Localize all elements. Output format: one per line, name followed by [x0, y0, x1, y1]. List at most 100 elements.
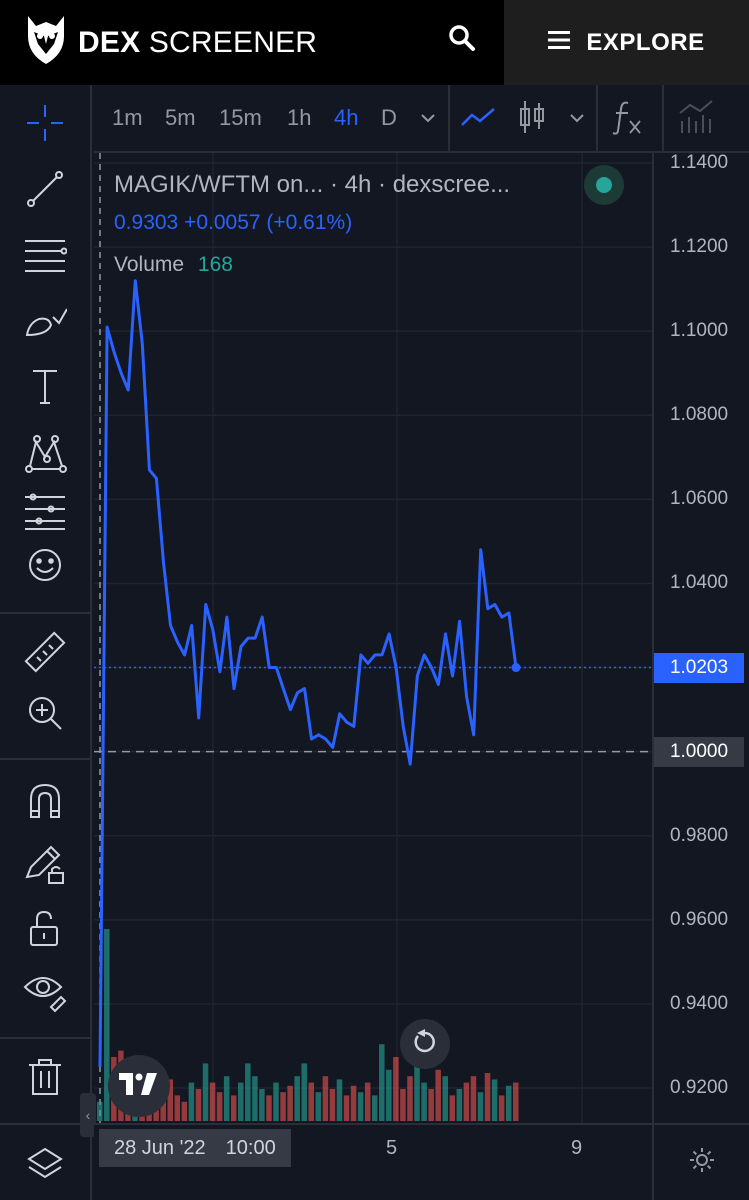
search-icon [448, 24, 476, 57]
timeframe-4h[interactable]: 4h [334, 105, 358, 131]
hamburger-menu-icon [548, 30, 571, 55]
reset-icon [411, 1028, 439, 1061]
volume-bar [315, 1092, 322, 1121]
toolbar-divider [0, 1123, 92, 1125]
price-tick-label: 0.9400 [670, 992, 729, 1014]
crosshair-tool[interactable] [21, 101, 69, 149]
measure-tool[interactable] [21, 630, 69, 679]
volume-bar [216, 1092, 223, 1121]
price-tick-label: 1.0600 [670, 488, 729, 510]
volume-bar [195, 1089, 202, 1121]
volume-bar [456, 1089, 463, 1121]
line-chart-button[interactable] [458, 99, 498, 139]
volume-bar [421, 1082, 427, 1121]
volume-bar [252, 1076, 258, 1121]
explore-label: EXPLORE [586, 28, 705, 56]
zoom-in-icon [25, 693, 65, 738]
time-axis[interactable]: 5 9 28 Jun '22 10:00 [94, 1123, 652, 1200]
visibility-tool[interactable] [21, 969, 69, 1017]
reset-chart-button[interactable] [400, 1019, 450, 1069]
text-tool[interactable] [21, 365, 69, 413]
volume-bar [245, 1063, 251, 1121]
timeframe-dropdown[interactable] [408, 99, 448, 139]
timeframe-5m[interactable]: 5m [165, 105, 196, 131]
volume-bar [357, 1092, 364, 1121]
time-label: 9 [571, 1137, 583, 1159]
lock-all-tool[interactable] [21, 907, 69, 955]
price-line [98, 279, 518, 1068]
trash-icon [25, 1057, 65, 1102]
crosshair-time-tag: 28 Jun '22 10:00 [99, 1129, 291, 1167]
volume-legend[interactable]: Volume 168 [114, 253, 233, 277]
volume-bar [181, 1101, 188, 1121]
pattern-icon [23, 431, 67, 480]
tradingview-logo[interactable] [108, 1055, 170, 1117]
explore-button[interactable]: EXPLORE [504, 0, 749, 85]
eye-icon [23, 969, 67, 1018]
magnet-tool[interactable] [21, 779, 69, 827]
templates-button[interactable] [676, 99, 716, 139]
chart-pane[interactable]: MAGIK/WFTM on... · 4h · dexscree... 0.93… [94, 153, 652, 1123]
prediction-icon [23, 491, 67, 536]
text-icon [25, 367, 65, 412]
prediction-tool[interactable] [21, 489, 69, 537]
volume-bar [308, 1082, 315, 1121]
toolbar-divider [596, 85, 598, 153]
volume-bar [513, 1082, 519, 1121]
volume-bar [343, 1095, 350, 1121]
last-price-tag: 1.0203 [654, 652, 744, 683]
volume-bar [491, 1079, 498, 1121]
candles-button[interactable] [512, 99, 552, 139]
brush-icon [23, 301, 68, 346]
price-tick-label: 1.1000 [670, 320, 729, 342]
volume-bar [498, 1095, 505, 1121]
indicators-button[interactable] [608, 99, 648, 139]
volume-bar [393, 1057, 399, 1121]
app-header: DEX SCREENER EXPLORE [0, 0, 749, 85]
volume-bar [259, 1089, 265, 1121]
volume-bar [364, 1082, 371, 1121]
market-status-indicator[interactable] [584, 165, 624, 205]
volume-bar [301, 1063, 307, 1121]
volume-bar [174, 1095, 181, 1121]
emoji-tool[interactable] [21, 543, 69, 591]
timeframe-d[interactable]: D [381, 105, 397, 131]
drawing-toolbar [0, 85, 92, 1200]
volume-bar [273, 1082, 279, 1121]
zoom-tool[interactable] [21, 691, 69, 739]
tradingview-logo-icon [119, 1072, 159, 1100]
pattern-tool[interactable] [21, 431, 69, 479]
brush-tool[interactable] [21, 299, 69, 347]
chart-settings-button[interactable] [652, 1123, 749, 1200]
remove-drawings-tool[interactable] [21, 1055, 69, 1103]
fib-tool[interactable] [21, 233, 69, 281]
volume-bar [470, 1076, 477, 1121]
timeframe-15m[interactable]: 15m [219, 105, 262, 131]
volume-bar [280, 1092, 286, 1121]
object-tree-tool[interactable] [21, 1143, 69, 1191]
price-axis[interactable]: 1.1400 1.1200 1.1000 1.0800 1.0600 1.0400 1.02… [652, 152, 749, 1123]
volume-bar [435, 1069, 441, 1121]
bar-chart-icon [678, 99, 714, 140]
chart-type-dropdown[interactable] [557, 99, 597, 139]
toolbar-divider [448, 85, 450, 153]
chart-toolbar: 1m 5m 15m 1h 4h D [94, 85, 749, 153]
price-chart[interactable] [94, 153, 652, 1123]
timeframe-1h[interactable]: 1h [287, 105, 311, 131]
function-icon [612, 99, 644, 140]
symbol-legend[interactable]: MAGIK/WFTM on... · 4h · dexscree... [114, 171, 510, 199]
trend-line-tool[interactable] [21, 167, 69, 215]
unlock-icon [25, 909, 65, 954]
smiley-icon [25, 545, 65, 590]
volume-bar [449, 1095, 456, 1121]
trend-line-icon [25, 169, 65, 214]
timeframe-1m[interactable]: 1m [112, 105, 143, 131]
brand-logo[interactable]: DEX SCREENER [24, 14, 317, 71]
lock-drawing-tool[interactable] [21, 841, 69, 889]
search-button[interactable] [440, 18, 484, 62]
volume-bar [505, 1085, 512, 1121]
volume-bar [484, 1073, 491, 1121]
crosshair-icon [25, 103, 65, 148]
price-tick-label: 0.9800 [670, 824, 729, 846]
candlestick-icon [518, 99, 546, 140]
